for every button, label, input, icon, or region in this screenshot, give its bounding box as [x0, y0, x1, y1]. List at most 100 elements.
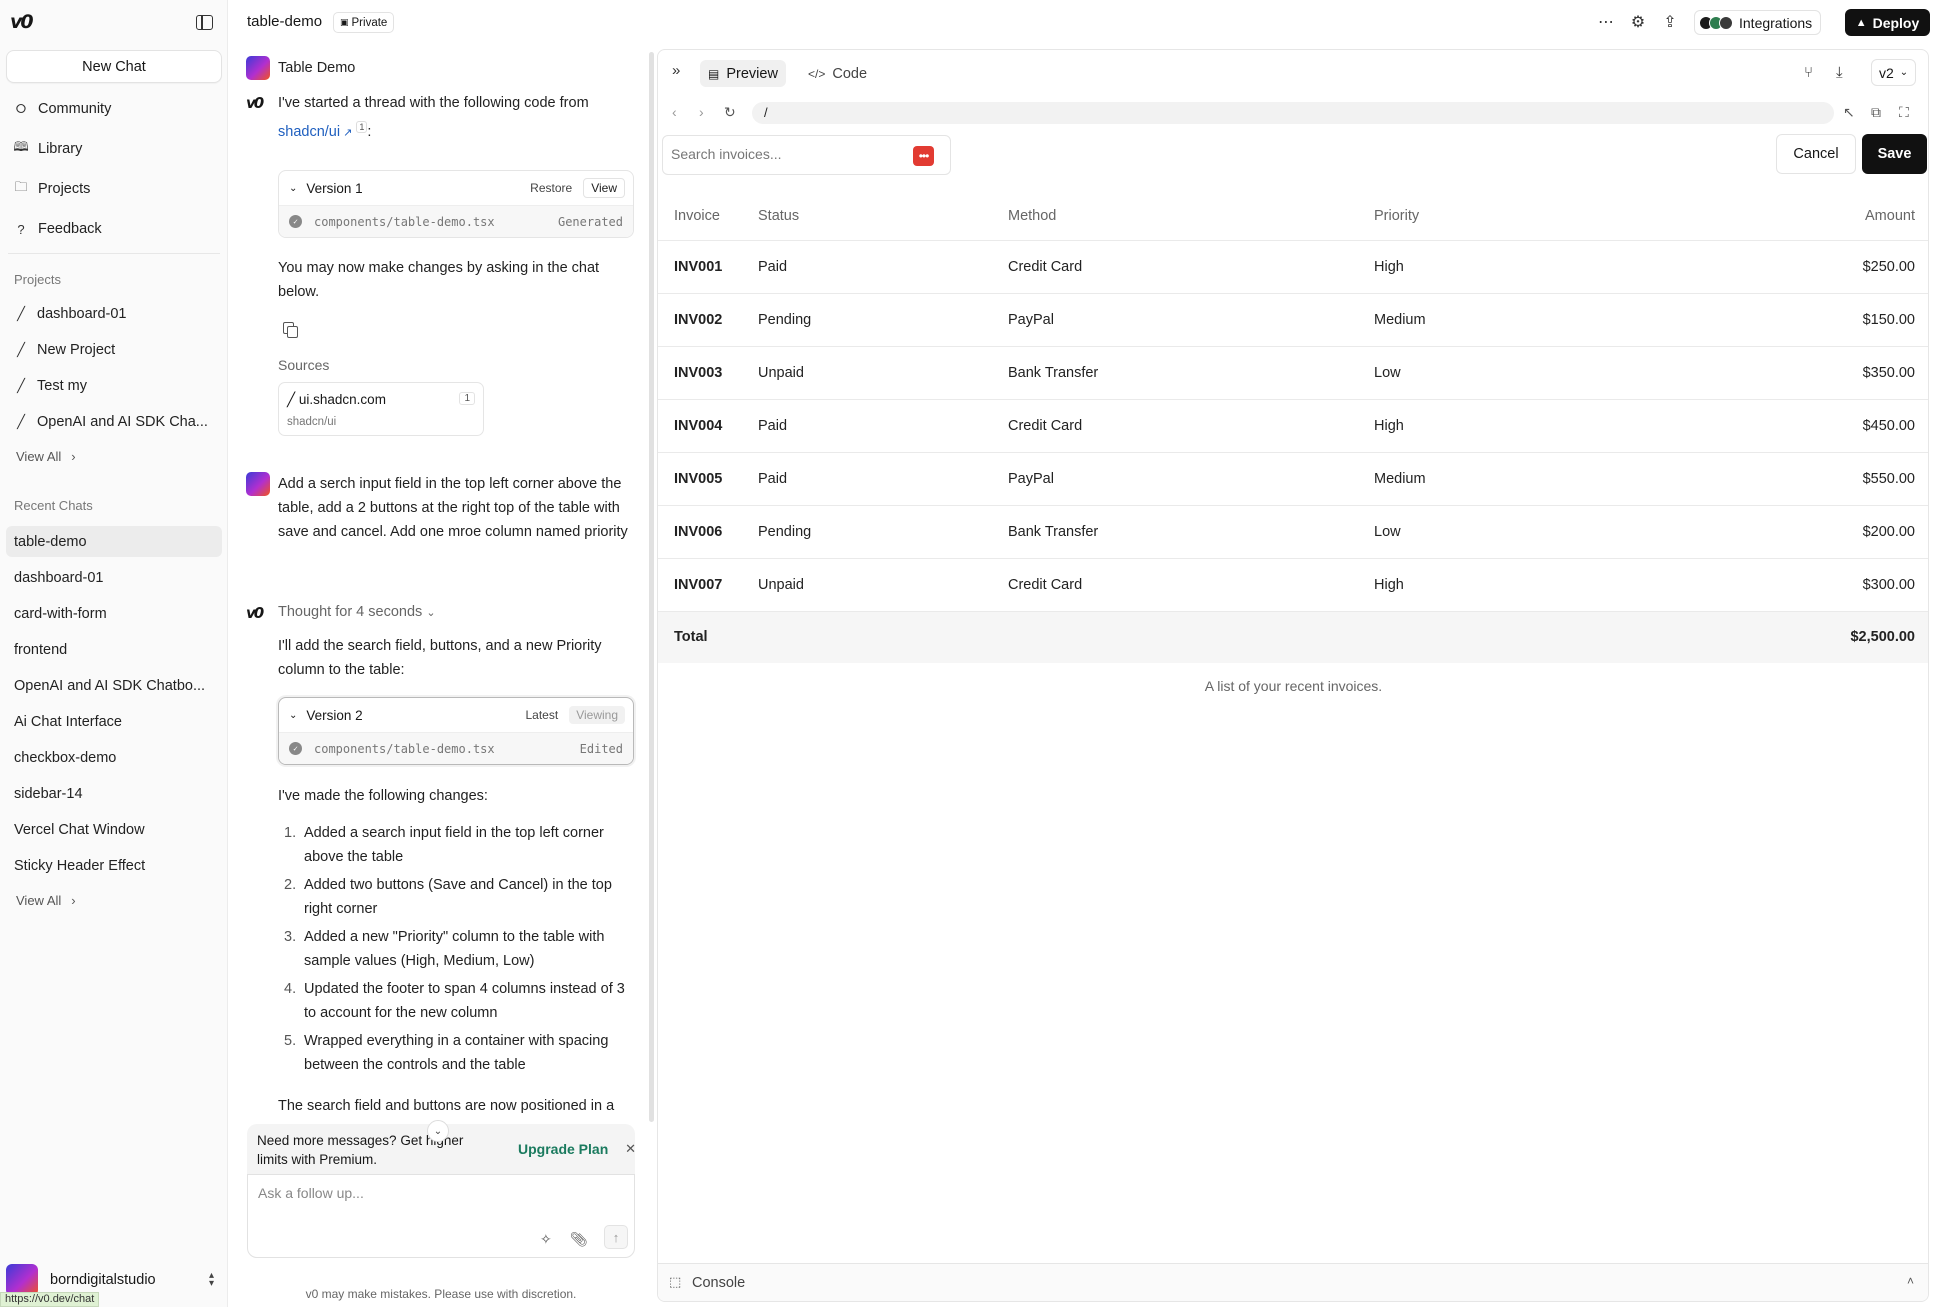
- table-cell: Low: [1374, 346, 1674, 400]
- projects-view-all-link[interactable]: View All ›: [16, 449, 76, 464]
- v0-assistant-icon: v0: [246, 94, 264, 112]
- project-title[interactable]: table-demo: [247, 13, 322, 30]
- sparkle-icon[interactable]: ✧: [540, 1231, 552, 1248]
- restore-button[interactable]: Restore: [523, 179, 579, 197]
- chat-scrollbar[interactable]: [649, 52, 654, 1122]
- refresh-icon[interactable]: ↻: [724, 104, 736, 121]
- citation-badge[interactable]: 1: [356, 121, 368, 133]
- list-item: 4. Updated the footer to span 4 columns i…: [278, 977, 634, 1025]
- status-url: https://v0.dev/chat: [0, 1292, 100, 1307]
- recent-chat-item[interactable]: sidebar-14: [6, 778, 222, 809]
- share-icon[interactable]: ⇪: [1660, 12, 1680, 32]
- recent-chat-item[interactable]: Vercel Chat Window: [6, 814, 222, 845]
- cursor-select-icon[interactable]: ↖: [1843, 104, 1855, 121]
- paperclip-icon[interactable]: 📎︎: [570, 1231, 588, 1248]
- table-cell: Credit Card: [1008, 399, 1374, 453]
- download-icon[interactable]: ⤓: [1836, 64, 1843, 81]
- table-cell: Paid: [758, 399, 1008, 453]
- copy-icon[interactable]: [283, 322, 298, 338]
- recent-chat-item[interactable]: frontend: [6, 634, 222, 665]
- scroll-down-button[interactable]: ⌄: [427, 1120, 449, 1142]
- fork-icon[interactable]: ⑂: [1804, 64, 1813, 81]
- recent-chat-item[interactable]: card-with-form: [6, 598, 222, 629]
- table-cell: $250.00: [1674, 240, 1928, 294]
- sidebar-item-projects[interactable]: 🗀 Projects: [6, 172, 222, 206]
- sidebar-item-label: Community: [38, 101, 112, 117]
- sidebar-item-library[interactable]: 🕮 Library: [6, 132, 222, 166]
- table-cell: INV006: [658, 505, 758, 559]
- version-select[interactable]: v2 ⌄: [1871, 59, 1917, 86]
- shadcn-link[interactable]: shadcn/ui: [278, 124, 340, 140]
- more-icon[interactable]: ⋯: [1596, 12, 1616, 32]
- recent-chat-item[interactable]: Ai Chat Interface: [6, 706, 222, 737]
- url-input[interactable]: /: [752, 102, 1834, 124]
- project-item[interactable]: ╱ New Project: [6, 334, 222, 366]
- collapse-icon[interactable]: »: [672, 62, 680, 79]
- table-cell: Paid: [758, 240, 1008, 294]
- deploy-button[interactable]: ▲ Deploy: [1845, 9, 1930, 36]
- follow-up-input[interactable]: [258, 1185, 618, 1201]
- column-header: Method: [1008, 192, 1374, 241]
- table-cell: INV002: [658, 293, 758, 347]
- send-button[interactable]: ↑: [604, 1225, 628, 1249]
- v0-logo[interactable]: v0: [10, 11, 34, 33]
- table-cell: PayPal: [1008, 452, 1374, 506]
- version-card[interactable]: ⌄ Version 2 Latest Viewing ✓ components/…: [278, 697, 634, 765]
- table-cell: INV007: [658, 558, 758, 612]
- chevron-down-icon[interactable]: ⌄: [289, 710, 297, 721]
- upgrade-plan-link[interactable]: Upgrade Plan: [518, 1141, 608, 1157]
- recent-chat-item[interactable]: OpenAI and AI SDK Chatbo...: [6, 670, 222, 701]
- version-card[interactable]: ⌄ Version 1 Restore View ✓ components/ta…: [278, 170, 634, 238]
- gear-icon[interactable]: ⚙: [1628, 12, 1648, 32]
- close-icon[interactable]: ✕: [625, 1141, 636, 1157]
- version-file[interactable]: ✓ components/table-demo.tsx Generated: [279, 205, 633, 237]
- save-button[interactable]: Save: [1862, 134, 1927, 174]
- table-cell: INV003: [658, 346, 758, 400]
- project-item[interactable]: ╱ dashboard-01: [6, 298, 222, 330]
- cancel-button[interactable]: Cancel: [1776, 134, 1856, 174]
- integrations-button[interactable]: Integrations: [1694, 10, 1822, 35]
- sidebar-toggle-icon[interactable]: [196, 14, 213, 30]
- recent-chat-item[interactable]: table-demo: [6, 526, 222, 557]
- password-manager-icon[interactable]: •••: [913, 146, 934, 166]
- chevrons-up-icon[interactable]: ˄: [1907, 1274, 1914, 1288]
- sidebar-item-label: Library: [38, 141, 83, 157]
- search-input[interactable]: [671, 146, 901, 162]
- recent-chat-item[interactable]: Sticky Header Effect: [6, 850, 222, 881]
- table-cell: Paid: [758, 452, 1008, 506]
- wand-icon: ╱: [17, 378, 25, 393]
- table-cell: INV004: [658, 399, 758, 453]
- tab-preview[interactable]: ▤ Preview: [700, 60, 786, 87]
- chevron-down-icon[interactable]: ⌄: [289, 183, 297, 194]
- console-bar[interactable]: ⬚ Console ˄: [658, 1263, 1928, 1301]
- tab-code[interactable]: </> Code: [800, 60, 875, 87]
- lock-icon: ▣: [340, 17, 349, 27]
- version-name: Version 1: [306, 180, 363, 196]
- chat-composer: ✧ 📎︎ ↑: [247, 1174, 635, 1258]
- fullscreen-icon[interactable]: ⛶: [1899, 104, 1909, 121]
- table-row: INV005 Paid PayPal Medium $550.00: [658, 452, 1928, 506]
- source-card[interactable]: ╱ ui.shadcn.com 1 shadcn/ui: [278, 382, 484, 436]
- projects-section-label: Projects: [14, 272, 61, 287]
- view-button[interactable]: View: [583, 178, 625, 198]
- forward-icon[interactable]: ›: [699, 104, 704, 120]
- viewing-badge: Viewing: [569, 706, 625, 724]
- table-cell: $350.00: [1674, 346, 1928, 400]
- back-icon[interactable]: ‹: [672, 104, 677, 120]
- recent-chat-item[interactable]: dashboard-01: [6, 562, 222, 593]
- sidebar-item-label: Feedback: [38, 221, 102, 237]
- recent-view-all-link[interactable]: View All ›: [16, 893, 76, 908]
- chat-messages[interactable]: Table Demo v0 I've started a thread with…: [228, 44, 654, 1119]
- new-chat-button[interactable]: New Chat: [6, 50, 222, 83]
- book-icon: 🕮: [13, 139, 29, 154]
- sidebar-item-community[interactable]: ⭘ Community: [6, 92, 222, 126]
- chevron-down-icon: ⌄: [426, 607, 436, 619]
- thought-toggle[interactable]: Thought for 4 seconds ⌄: [278, 604, 436, 620]
- open-external-icon[interactable]: ⧉: [1871, 104, 1881, 121]
- version-file[interactable]: ✓ components/table-demo.tsx Edited: [279, 732, 633, 764]
- project-item[interactable]: ╱ Test my: [6, 370, 222, 402]
- recent-chat-item[interactable]: checkbox-demo: [6, 742, 222, 773]
- sidebar-item-feedback[interactable]: ? Feedback: [6, 212, 222, 246]
- recent-chats-label: Recent Chats: [14, 498, 93, 513]
- project-item[interactable]: ╱ OpenAI and AI SDK Cha...: [6, 406, 222, 438]
